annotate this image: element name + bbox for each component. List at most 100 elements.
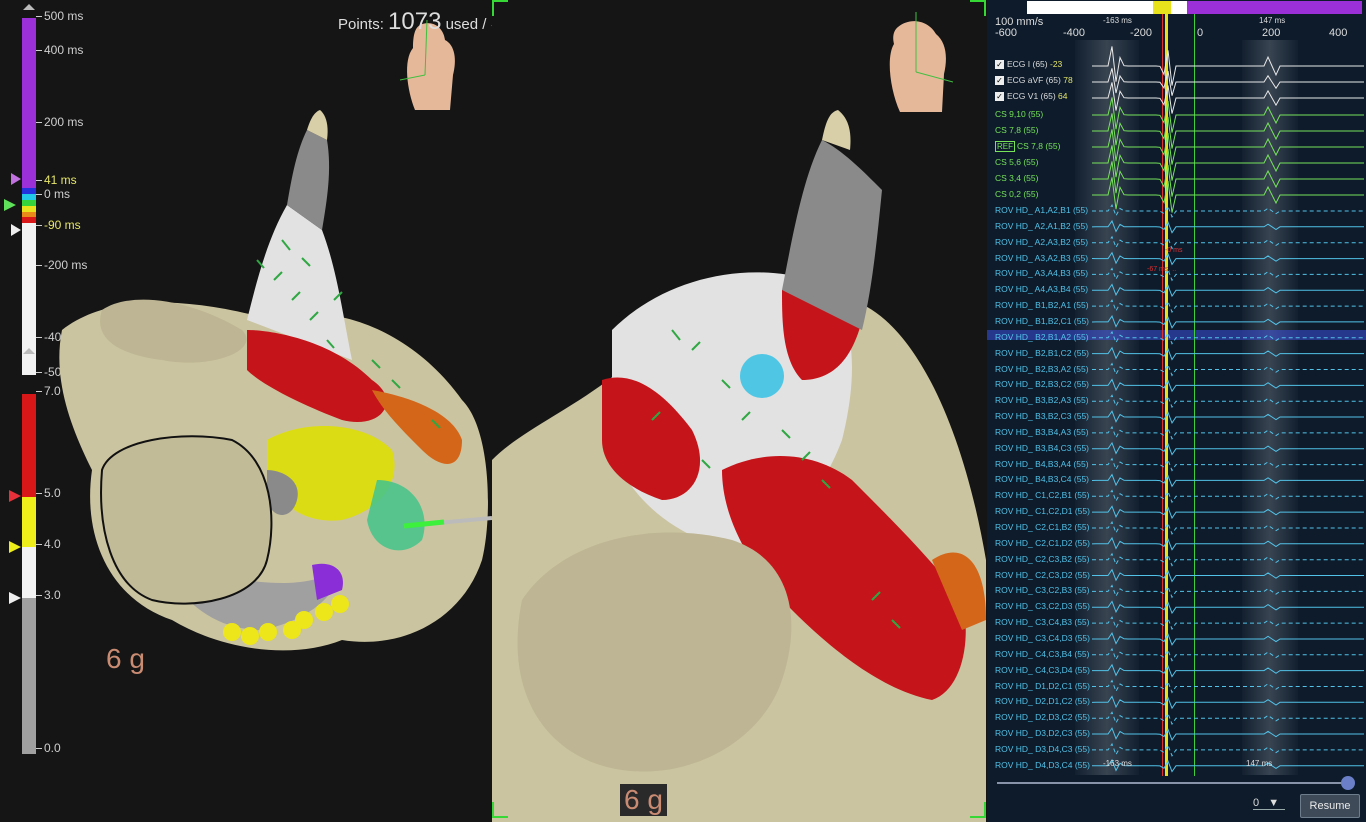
waveform-line [1092,113,1364,149]
rov-trace-label[interactable]: ROV HD_ B3,B2,A3 (55) [995,395,1089,405]
waveform-line [1092,299,1364,314]
contact-force-left: 6 g [106,643,145,674]
rov-trace-label[interactable]: ROV HD_ B1,B2,A1 (55) [995,300,1089,310]
voltage-upper-marker[interactable] [9,490,21,502]
lat-upper-marker[interactable] [11,173,21,185]
waveform-line [1091,283,1364,298]
ecg-trace-label[interactable]: ✓ ECG V1 (65) 64 [995,91,1068,102]
view-corner-bracket [492,802,508,818]
cs-trace-label[interactable]: CS 7,8 (55) [995,125,1038,135]
rov-trace-label[interactable]: ROV HD_ B1,B2,C1 (55) [995,316,1089,326]
waveform-line [1091,219,1364,234]
speed-value: 0 [1253,797,1260,809]
rov-trace-label[interactable]: ROV HD_ B2,B3,A2 (55) [995,364,1089,374]
waveform-line [1092,177,1364,213]
rov-trace-label[interactable]: ROV HD_ C1,C2,B1 (55) [995,490,1089,500]
rov-trace-label[interactable]: ROV HD_ C2,C1,B2 (55) [995,522,1089,532]
rov-trace-label[interactable]: ROV HD_ B3,B4,A3 (55) [995,427,1089,437]
cs-trace-label[interactable]: CS 9,10 (55) [995,109,1043,119]
waveform-line [1092,46,1364,86]
rov-trace-label[interactable]: ROV HD_ C3,C4,B3 (55) [995,617,1089,627]
rov-trace-label[interactable]: ROV HD_ D3,D4,C3 (55) [995,744,1090,754]
rov-trace-label[interactable]: ROV HD_ C4,C3,D4 (55) [995,665,1090,675]
rov-trace-label[interactable]: ROV HD_ B4,B3,C4 (55) [995,474,1089,484]
waveform-line [1092,742,1364,757]
cs-trace-label[interactable]: CS 0,2 (55) [995,189,1038,199]
right-3d-map-view[interactable] [492,0,986,822]
rov-trace-label[interactable]: ROV HD_ C3,C2,D3 (55) [995,601,1090,611]
waveform-line [1092,97,1364,133]
ecg-trace-label[interactable]: ✓ ECG aVF (65) 78 [995,75,1073,86]
rov-trace-label[interactable]: ROV HD_ B2,B3,C2 (55) [995,379,1089,389]
waveform-line [1092,521,1364,535]
rov-trace-label[interactable]: ROV HD_ C4,C3,B4 (55) [995,649,1089,659]
waveform-line [1091,536,1364,551]
waveform-line [1092,616,1364,631]
lat-reference-marker[interactable] [4,199,16,211]
rov-trace-label[interactable]: ROV HD_ A1,A2,B1 (55) [995,205,1088,215]
ecg-waveform-panel[interactable]: -163 ms 147 ms 100 mm/s -600 -400 -200 0… [987,0,1366,822]
waveform-line [1091,346,1364,361]
cs-trace-label[interactable]: CS 5,6 (55) [995,157,1038,167]
torso-orientation-icon[interactable] [878,12,954,117]
cs-trace-label[interactable]: REF CS 7,8 (55) [995,141,1060,152]
waveform-line [1091,600,1364,615]
rov-trace-label[interactable]: ROV HD_ C3,C2,B3 (55) [995,585,1089,595]
waveform-line [1091,505,1364,520]
points-used-word: used / [445,16,487,33]
contact-force-right: 6 g [620,784,667,816]
waveform-line [1091,315,1364,329]
rov-trace-label[interactable]: ROV HD_ B3,B4,C3 (55) [995,443,1089,453]
rov-trace-label[interactable]: ROV HD_ C2,C3,B2 (55) [995,554,1089,564]
checkbox-icon[interactable]: ✓ [995,92,1004,102]
points-prefix: Points: [338,16,384,33]
waveform-line [1091,378,1364,393]
rov-trace-label[interactable]: ROV HD_ C2,C1,D2 (55) [995,538,1090,548]
rov-trace-label[interactable]: ROV HD_ A2,A3,B2 (55) [995,237,1088,247]
rov-trace-label[interactable]: ROV HD_ A3,A4,B3 (55) [995,268,1088,278]
rov-trace-label[interactable]: ROV HD_ B2,B1,A2 (55) [995,332,1089,342]
rov-trace-label[interactable]: ROV HD_ D3,D2,C3 (55) [995,728,1090,738]
waveform-line [1092,679,1364,694]
rov-trace-label[interactable]: ROV HD_ C3,C4,D3 (55) [995,633,1090,643]
waveform-line [1091,568,1364,583]
rov-trace-label[interactable]: ROV HD_ C2,C3,D2 (55) [995,570,1090,580]
left-3d-map-view[interactable] [42,0,492,822]
lat-lower-marker[interactable] [11,224,21,236]
checkbox-icon[interactable]: ✓ [995,76,1004,86]
voltage-scale-bar[interactable] [22,394,36,754]
voltage-lower-marker[interactable] [9,592,21,604]
waveform-line [1092,145,1364,181]
cs-trace-label[interactable]: CS 3,4 (55) [995,173,1038,183]
waveform-line [1091,251,1364,266]
speed-select[interactable]: 0 ▼ [1253,797,1285,810]
rov-trace-label[interactable]: ROV HD_ D4,D3,C4 (55) [995,760,1090,770]
bottom-marker-left: -163 ms [1103,759,1132,768]
rov-trace-label[interactable]: ROV HD_ D2,D1,C2 (55) [995,696,1090,706]
rov-trace-label[interactable]: ROV HD_ D1,D2,C1 (55) [995,681,1090,691]
rov-trace-label[interactable]: ROV HD_ D2,D3,C2 (55) [995,712,1090,722]
play-icon[interactable] [1341,776,1355,790]
lat-scale-top-handle[interactable] [23,4,35,10]
timeline-scrubber[interactable] [997,782,1342,784]
rov-trace-label[interactable]: ROV HD_ C1,C2,D1 (55) [995,506,1090,516]
view-corner-bracket [970,0,986,16]
voltage-mid-marker[interactable] [9,541,21,553]
waveform-line [1092,82,1364,114]
rov-trace-label[interactable]: ROV HD_ A3,A2,B3 (55) [995,253,1088,263]
rov-trace-label[interactable]: ROV HD_ A4,A3,B4 (55) [995,284,1088,294]
checkbox-icon[interactable]: ✓ [995,60,1004,70]
rov-trace-label[interactable]: ROV HD_ B2,B1,C2 (55) [995,348,1089,358]
resume-button[interactable]: Resume [1300,794,1360,818]
rov-trace-label[interactable]: ROV HD_ B3,B2,C3 (55) [995,411,1089,421]
lat-scale-bar[interactable] [22,18,36,375]
waveform-line [1092,552,1364,567]
waveform-line [1091,695,1364,710]
rov-trace-label[interactable]: ROV HD_ A2,A1,B2 (55) [995,221,1088,231]
waveform-line [1091,473,1364,488]
waveform-line [1092,647,1364,662]
waveform-line [1092,204,1364,218]
lat-scale-bottom-handle[interactable] [23,348,35,354]
rov-trace-label[interactable]: ROV HD_ B4,B3,A4 (55) [995,459,1089,469]
ecg-trace-label[interactable]: ✓ ECG I (65) -23 [995,59,1062,70]
